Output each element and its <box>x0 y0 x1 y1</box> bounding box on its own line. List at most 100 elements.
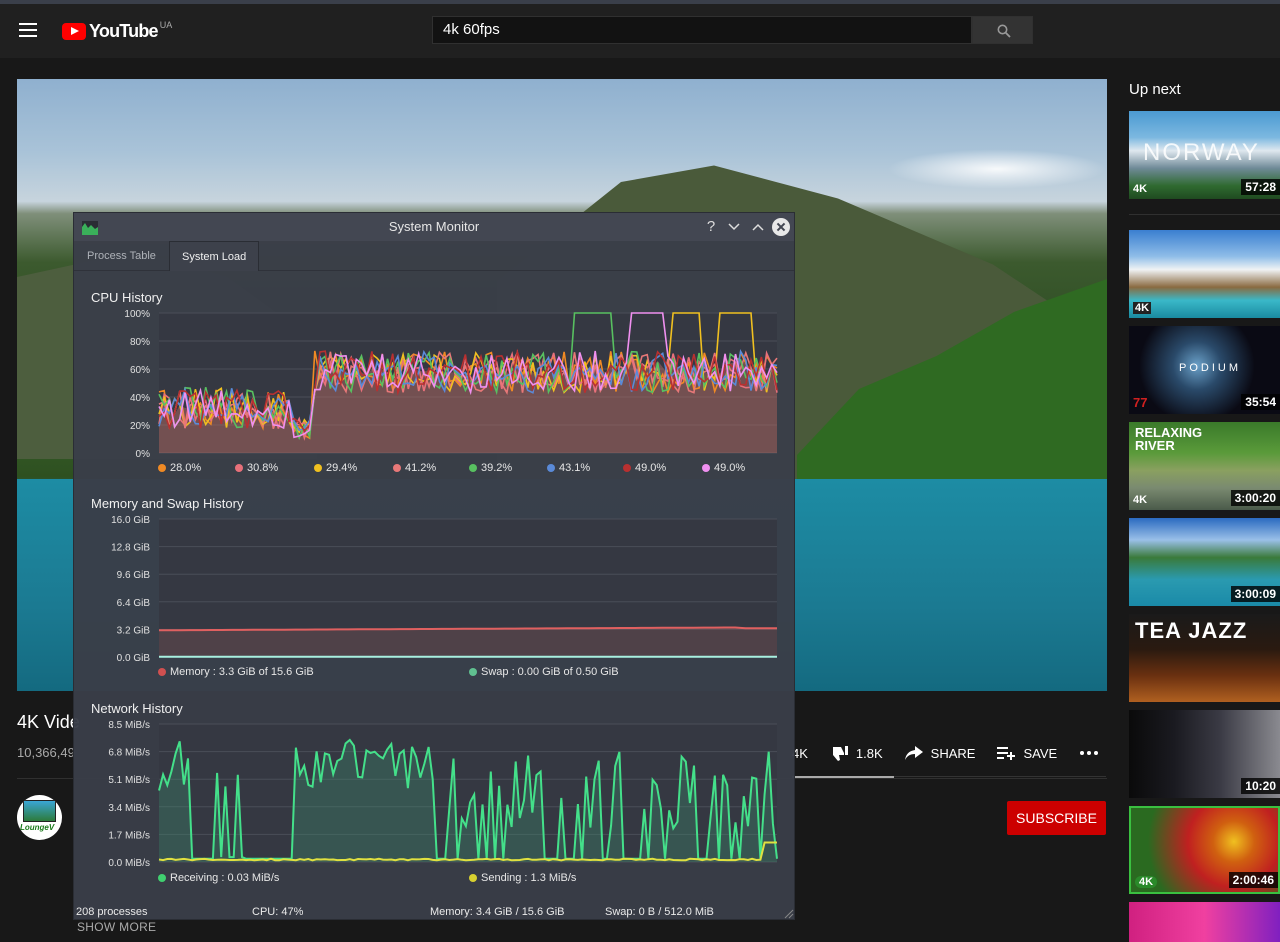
legend-item: 41.2% <box>393 462 436 474</box>
up-next-item[interactable]: 10:20 <box>1129 710 1280 798</box>
thumb-badge: 4K <box>1135 876 1158 888</box>
legend-swatch <box>623 464 631 472</box>
legend-item: 49.0% <box>623 462 666 474</box>
up-next-item[interactable]: RELAXING RIVER 4K 3:00:20 <box>1129 422 1280 510</box>
network-history-chart: 8.5 MiB/s 6.8 MiB/s 5.1 MiB/s 3.4 MiB/s 1.7 … <box>108 720 778 868</box>
up-next-item[interactable]: TEA JAZZ <box>1129 614 1280 702</box>
youtube-header: YouTube UA 4k 60fps <box>0 4 1280 58</box>
channel-avatar[interactable]: LoungeV <box>17 795 62 840</box>
network-y-tick: 5.1 MiB/s <box>108 775 150 786</box>
status-processes: 208 processes <box>76 906 148 918</box>
close-button[interactable] <box>772 218 790 236</box>
legend-item: Sending : 1.3 MiB/s <box>469 872 576 884</box>
up-next-item[interactable]: 4K 2:00:46 <box>1129 806 1280 894</box>
show-more-button[interactable]: SHOW MORE <box>77 920 156 934</box>
legend-item: 29.4% <box>314 462 357 474</box>
share-icon <box>904 746 923 760</box>
resize-grip-icon[interactable] <box>784 909 794 919</box>
video-cloud <box>887 149 1107 189</box>
more-actions-button[interactable] <box>1079 750 1107 756</box>
share-button[interactable]: SHARE <box>904 745 976 761</box>
memory-y-tick: 16.0 GiB <box>111 515 150 526</box>
search-input[interactable]: 4k 60fps <box>432 16 972 44</box>
cpu-y-tick: 60% <box>130 365 150 376</box>
legend-label: 28.0% <box>170 462 202 474</box>
thumb-duration: 3:00:09 <box>1230 586 1280 602</box>
memory-y-tick: 3.2 GiB <box>117 625 151 636</box>
legend-label: Memory : 3.3 GiB of 15.6 GiB <box>170 666 314 678</box>
country-code: UA <box>159 19 173 30</box>
thumb-title: TEA JAZZ <box>1135 618 1248 643</box>
search-button[interactable] <box>972 16 1033 44</box>
thumb-duration: 57:28 <box>1241 179 1280 195</box>
network-y-tick: 6.8 MiB/s <box>108 748 150 759</box>
system-monitor-window[interactable]: System Monitor ? Process Table System Lo… <box>73 212 795 920</box>
legend-label: 30.8% <box>247 462 279 474</box>
cpu-y-tick: 100% <box>124 309 150 320</box>
cpu-y-tick: 0% <box>136 449 151 460</box>
legend-swatch <box>469 668 477 676</box>
up-next-item[interactable] <box>1129 902 1280 942</box>
network-y-tick: 1.7 MiB/s <box>108 830 150 841</box>
thumb-title: PODIUM <box>1179 362 1241 374</box>
legend-label: Receiving : 0.03 MiB/s <box>170 872 280 884</box>
legend-item: 39.2% <box>469 462 512 474</box>
legend-swatch <box>158 874 166 882</box>
status-swap: Swap: 0 B / 512.0 MiB <box>605 906 714 918</box>
cpu-y-tick: 20% <box>130 421 150 432</box>
thumb-badge: 4K <box>1133 494 1148 506</box>
save-button[interactable]: SAVE <box>997 746 1057 761</box>
tab-bar: Process Table System Load <box>74 241 794 271</box>
thumb-title: RELAXING RIVER <box>1135 425 1203 453</box>
legend-item: Receiving : 0.03 MiB/s <box>158 872 279 884</box>
video-title: 4K Vide <box>17 712 80 732</box>
thumb-badge: 77 <box>1133 395 1148 410</box>
legend-label: 41.2% <box>405 462 437 474</box>
up-next-item[interactable]: PODIUM 77 35:54 <box>1129 326 1280 414</box>
minimize-button[interactable] <box>725 218 743 236</box>
legend-swatch <box>393 464 401 472</box>
up-next-heading: Up next <box>1129 81 1181 98</box>
up-next-item[interactable]: 3:00:09 <box>1129 518 1280 606</box>
legend-swatch <box>547 464 555 472</box>
video-actions: 4K 1.8K SHARE SAVE <box>792 745 1129 761</box>
legend-label: 49.0% <box>714 462 746 474</box>
memory-history-title: Memory and Swap History <box>91 496 244 511</box>
maximize-button[interactable] <box>749 218 767 236</box>
menu-icon[interactable] <box>19 23 37 37</box>
cpu-history-chart: 100% 80% 60% 40% 20% 0% <box>124 309 778 460</box>
thumbs-down-icon <box>830 746 848 761</box>
legend-item: 43.1% <box>547 462 590 474</box>
search-icon <box>997 24 1011 38</box>
up-next-item[interactable]: 4K <box>1129 230 1280 318</box>
help-button[interactable]: ? <box>702 218 720 236</box>
status-memory: Memory: 3.4 GiB / 15.6 GiB <box>430 906 565 918</box>
window-title: System Monitor <box>388 219 480 234</box>
legend-item: Memory : 3.3 GiB of 15.6 GiB <box>158 666 314 678</box>
avatar-text: LoungeV <box>20 823 55 832</box>
chevron-up-icon <box>752 223 764 231</box>
share-label: SHARE <box>930 745 976 761</box>
legend-swatch <box>235 464 243 472</box>
logo-text: YouTube <box>89 21 159 41</box>
legend-label: 39.2% <box>481 462 513 474</box>
memory-history-chart: 16.0 GiB 12.8 GiB 9.6 GiB 6.4 GiB 3.2 GiB 0.0… <box>111 515 777 663</box>
legend-item: 30.8% <box>235 462 278 474</box>
tab-process-table[interactable]: Process Table <box>75 241 168 271</box>
window-titlebar[interactable]: System Monitor ? <box>74 213 794 241</box>
dislike-button[interactable]: 1.8K <box>830 745 883 761</box>
thumb-duration: 2:00:46 <box>1228 872 1278 888</box>
memory-y-tick: 0.0 GiB <box>117 653 151 663</box>
youtube-logo[interactable]: YouTube UA <box>62 19 173 42</box>
subscribe-button[interactable]: SUBSCRIBE <box>1007 801 1106 835</box>
like-ratio-bar-rest <box>894 776 1106 777</box>
cpu-y-tick: 40% <box>130 393 150 404</box>
legend-label: Swap : 0.00 GiB of 0.50 GiB <box>481 666 619 678</box>
memory-y-tick: 9.6 GiB <box>117 570 151 581</box>
tab-system-load[interactable]: System Load <box>169 241 260 271</box>
thumb-badge: 4K <box>1133 183 1148 195</box>
legend-swatch <box>469 464 477 472</box>
avatar-screen-graphic <box>23 800 56 822</box>
legend-swatch <box>158 668 166 676</box>
up-next-item[interactable]: NORWAY 4K 57:28 <box>1129 111 1280 199</box>
